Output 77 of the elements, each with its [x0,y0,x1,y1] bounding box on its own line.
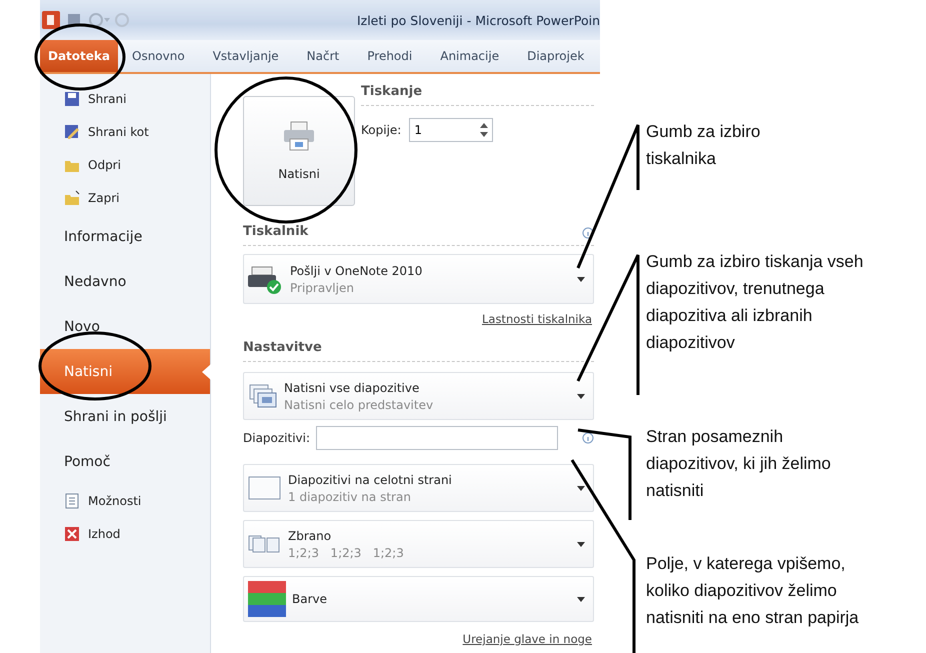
ribbon-tab[interactable]: Diaprojek [513,40,598,72]
annotation-text: Gumb za izbiro tiskalnika [646,121,760,170]
option-subtitle: 1;2;3 1;2;3 1;2;3 [288,546,405,560]
ribbon-tab[interactable]: Prehodi [353,40,426,72]
menu-item[interactable]: Nedavno [40,259,210,304]
collate-icon [248,534,282,554]
color-swatch-icon [248,581,286,617]
menu-label: Novo [64,318,100,334]
window-title: Izleti po Sloveniji - Microsoft PowerPoin [356,12,600,28]
settings-dropdown[interactable]: Natisni vse diapozitive Natisni celo predstavitev [243,372,594,420]
menu-label: Pomoč [64,454,110,470]
option-title: Diapozitivi na celotni strani [288,472,453,486]
selection-notch [202,364,211,380]
option-subtitle: Natisni celo predstavitev [284,398,434,412]
menu-item[interactable]: Izhod [40,517,210,550]
menu-label: Natisni [64,364,112,380]
menu-item[interactable]: Odpri [40,148,210,181]
caret-icon [577,486,585,490]
annotation-text: Gumb za izbiro tiskanja vseh diapozitivov, trenutnega diapozitiva ali izbranih diapozitivov [646,251,864,354]
info-icon [582,432,594,444]
copies-label: Kopije: [361,123,402,137]
printer-icon [283,121,315,151]
ribbon-tab[interactable]: Načrt [292,40,354,72]
menu-label: Shrani [88,92,126,106]
menu-label: Izhod [88,526,120,540]
info-icon [582,227,594,239]
ribbon-tab[interactable]: Vstavljanje [198,40,293,72]
menu-label: Shrani kot [88,124,149,138]
menu-label: Informacije [64,228,142,244]
caret-icon [577,542,585,546]
slides-field[interactable] [316,426,558,450]
annotation-text: Polje, v katerega vpišemo, koliko diapozitivov želimo natisniti na eno stran papirja [646,553,859,629]
caret-icon [577,394,585,398]
option-subtitle: 1 diapozitiv na stran [288,490,412,504]
menu-item[interactable]: Shrani [40,82,210,115]
caret-icon [577,596,585,602]
menu-label: Nedavno [64,274,126,290]
ribbon-tab[interactable]: Datoteka [40,40,118,72]
option-title: Zbrano [288,528,332,542]
print-button[interactable]: Natisni [243,96,355,206]
spinner-arrows-icon [480,123,488,137]
caret-icon [577,276,585,282]
menu-label: Zapri [88,190,120,204]
menu-item[interactable]: Novo [40,304,210,349]
printer-name: Pošlji v OneNote 2010 [290,264,424,278]
floppy-pencil-icon [64,124,80,140]
header-footer-link[interactable]: Urejanje glave in noge [462,632,592,646]
copies-spinner[interactable]: 1 [409,118,494,142]
close-icon [64,526,80,542]
ribbon-tab[interactable]: Osnovno [118,40,199,72]
menu-item[interactable]: Možnosti [40,484,210,517]
menu-label: Odpri [88,158,121,172]
settings-dropdown[interactable]: Zbrano 1;2;3 1;2;3 1;2;3 [243,520,594,568]
option-title: Barve [292,592,328,606]
menu-label: Shrani in pošlji [64,408,167,424]
settings-dropdown[interactable]: Diapozitivi na celotni strani 1 diapozitiv na stran [243,464,594,512]
slide-icon [248,474,282,502]
section-heading: Tiskalnik [243,224,308,239]
annotation-text: Stran posameznih diapozitivov, ki jih želimo natisniti [646,426,831,502]
section-heading: Nastavitve [243,340,322,355]
menu-label: Možnosti [88,494,142,508]
menu-item[interactable]: Informacije [40,214,210,259]
option-title: Natisni vse diapozitive [284,380,420,394]
document-icon [64,492,80,508]
section-heading: Tiskanje [361,84,422,99]
folder-icon [64,190,80,206]
menu-item[interactable]: Zapri [40,181,210,214]
printer-status: Pripravljen [290,280,355,294]
menu-item[interactable]: Shrani in pošlji [40,394,210,439]
menu-item[interactable]: Shrani kot [40,115,210,148]
settings-dropdown[interactable]: Barve [243,576,594,622]
menu-item[interactable]: Pomoč [40,439,210,484]
printer-dropdown[interactable]: Pošlji v OneNote 2010 Pripravljen [243,254,594,304]
app-logo-icon[interactable] [42,11,60,29]
ribbon-tab[interactable]: Animacije [426,40,514,72]
slides-label: Diapozitivi: [243,431,310,445]
printer-properties-link[interactable]: Lastnosti tiskalnika [482,312,592,326]
